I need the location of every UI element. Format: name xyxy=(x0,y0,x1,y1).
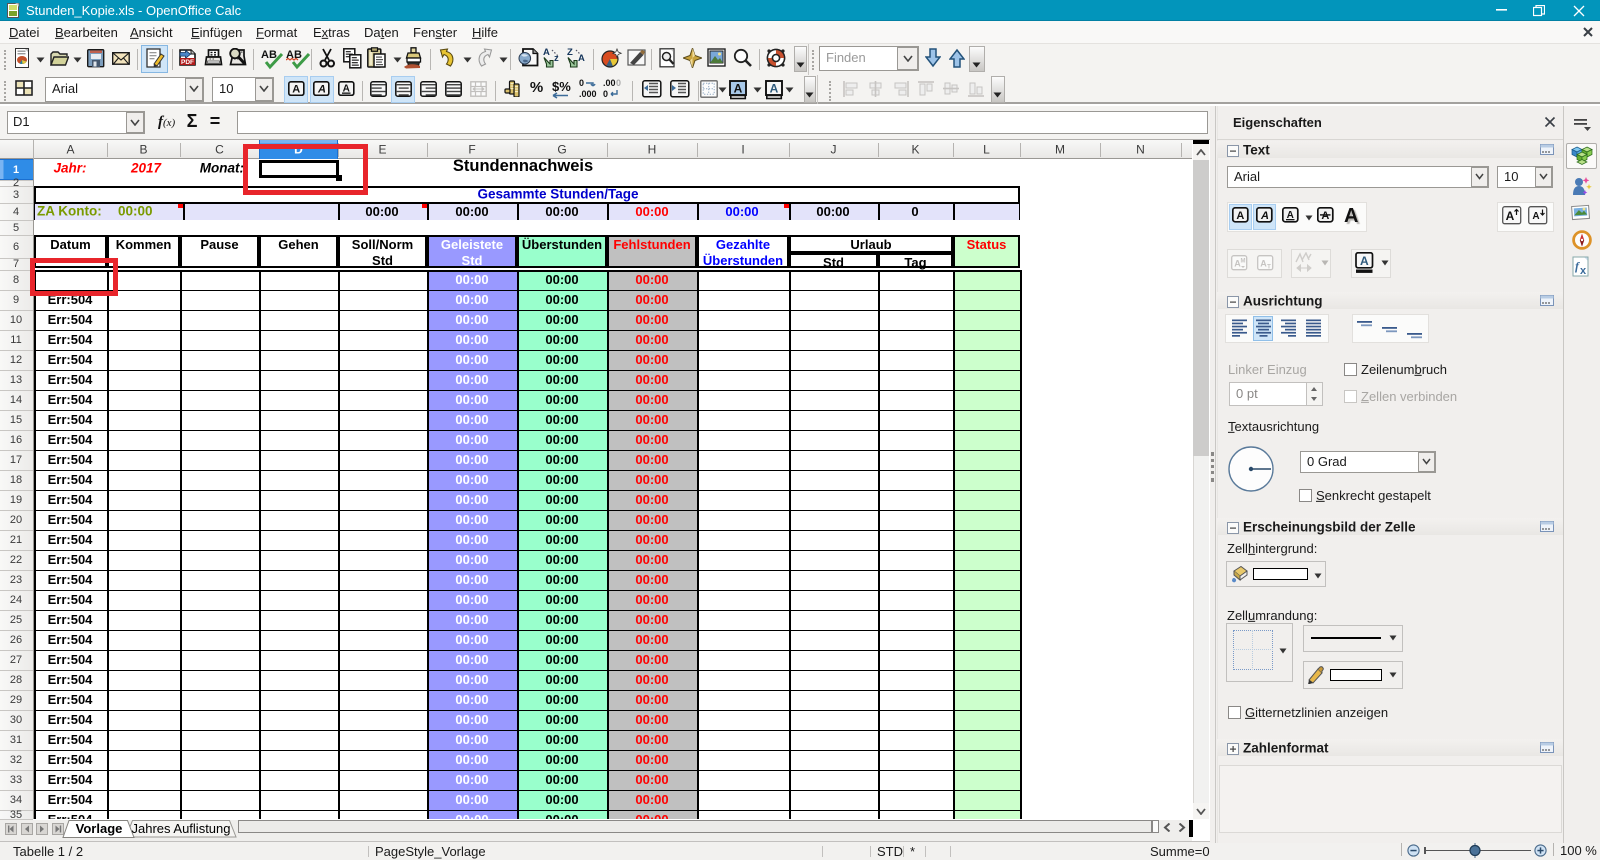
svg-text:A: A xyxy=(1260,210,1269,222)
svg-text:A: A xyxy=(734,82,743,96)
svg-text:.000: .000 xyxy=(579,89,597,99)
svg-text:A: A xyxy=(292,84,300,96)
svg-text:A: A xyxy=(1236,210,1244,222)
svg-text:0: 0 xyxy=(579,79,584,88)
svg-text:0: 0 xyxy=(603,89,608,99)
svg-text:A: A xyxy=(578,53,585,64)
svg-text:AB: AB xyxy=(261,49,277,61)
svg-text:A: A xyxy=(317,84,326,96)
svg-text:z: z xyxy=(554,53,559,64)
svg-text:x: x xyxy=(1580,265,1587,277)
svg-text:A: A xyxy=(543,47,550,58)
svg-text:M: M xyxy=(1241,259,1246,265)
svg-text:Z: Z xyxy=(567,47,573,58)
svg-text:.00: .00 xyxy=(603,79,616,88)
svg-text:PDF: PDF xyxy=(181,59,194,66)
svg-text:A: A xyxy=(1506,209,1515,223)
svg-text:A: A xyxy=(1532,211,1539,222)
svg-text:0: 0 xyxy=(616,79,621,88)
svg-text:$%: $% xyxy=(552,79,571,94)
svg-text:A: A xyxy=(770,82,779,96)
svg-text:A: A xyxy=(1321,210,1329,222)
svg-text:A: A xyxy=(1360,254,1369,268)
svg-text:T: T xyxy=(1267,265,1271,271)
